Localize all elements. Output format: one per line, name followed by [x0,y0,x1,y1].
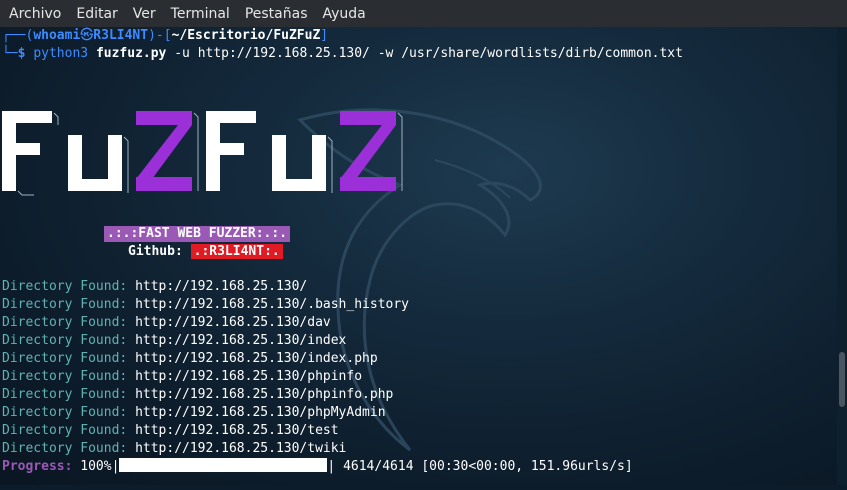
result-row: Directory Found: http://192.168.25.130/p… [2,404,386,422]
progress-row: Progress: 100%| | 4614/4614 [00:30<00:00,… [2,458,633,474]
result-row: Directory Found: http://192.168.25.130/t… [2,422,339,440]
result-url: http://192.168.25.130/ [135,279,308,294]
result-row: Directory Found: http://192.168.25.130/.… [2,296,409,314]
result-row: Directory Found: http://192.168.25.130/p… [2,386,393,404]
progress-timing: [00:30<00:00, 151.96urls/s] [421,459,633,474]
result-row: Directory Found: http://192.168.25.130/i… [2,332,346,350]
result-url: http://192.168.25.130/.bash_history [135,297,409,312]
found-label: Directory Found: [2,405,128,420]
found-label: Directory Found: [2,369,128,384]
command-args: -u http://192.168.25.130/ -w /usr/share/… [174,46,683,61]
found-label: Directory Found: [2,333,128,348]
result-row: Directory Found: http://192.168.25.130/i… [2,350,378,368]
found-label: Directory Found: [2,423,128,438]
result-url: http://192.168.25.130/index [135,333,347,348]
menu-pestanas[interactable]: Pestañas [245,6,308,22]
scrollbar-thumb[interactable] [839,352,845,407]
prompt-host: R3LI4NT [93,28,149,43]
progress-bar [119,458,328,472]
progress-count: 4614/4614 [343,459,414,474]
result-url: http://192.168.25.130/phpinfo [135,369,363,384]
found-label: Directory Found: [2,297,128,312]
menu-bar: Archivo Editar Ver Terminal Pestañas Ayu… [0,0,847,27]
prompt-user: whoami [33,28,81,43]
progress-label: Progress: [2,459,73,474]
github-row: Github: .:R3LI4NT:. [128,244,283,260]
prompt-path: ~/Escritorio/FuZFuZ [171,28,321,43]
menu-ver[interactable]: Ver [133,6,156,22]
result-row: Directory Found: http://192.168.25.130/t… [2,440,346,458]
result-row: Directory Found: http://192.168.25.130/d… [2,314,331,332]
found-label: Directory Found: [2,279,128,294]
menu-terminal[interactable]: Terminal [171,6,230,22]
fuzfuz-logo [2,111,403,196]
result-row: Directory Found: http://192.168.25.130/p… [2,368,362,386]
found-label: Directory Found: [2,351,128,366]
result-url: http://192.168.25.130/phpMyAdmin [135,405,386,420]
result-url: http://192.168.25.130/phpinfo.php [135,387,394,402]
found-label: Directory Found: [2,315,128,330]
tagline-badge: .:.:FAST WEB FUZZER:.:. [104,226,291,242]
prompt-header: ┌──(whoami㉿R3LI4NT)-[~/Escritorio/FuZFuZ… [2,28,329,43]
terminal-output[interactable]: ┌──(whoami㉿R3LI4NT)-[~/Escritorio/FuZFuZ… [0,27,837,485]
result-url: http://192.168.25.130/index.php [135,351,378,366]
found-label: Directory Found: [2,441,128,456]
command-name: python3 [33,46,89,61]
menu-ayuda[interactable]: Ayuda [323,6,366,22]
menu-editar[interactable]: Editar [76,6,117,22]
command-script: fuzfuz.py [95,46,167,61]
menu-archivo[interactable]: Archivo [9,6,61,22]
github-handle: .:R3LI4NT:. [190,244,283,259]
github-label: Github: [128,244,183,259]
command-line: └─$ python3 fuzfuz.py -u http://192.168.… [2,46,683,61]
found-label: Directory Found: [2,387,128,402]
result-url: http://192.168.25.130/twiki [135,441,347,456]
result-url: http://192.168.25.130/dav [135,315,331,330]
result-row: Directory Found: http://192.168.25.130/ [2,278,307,296]
terminal-scrollbar[interactable] [837,27,847,485]
result-url: http://192.168.25.130/test [135,423,339,438]
progress-percent: 100% [80,459,112,474]
